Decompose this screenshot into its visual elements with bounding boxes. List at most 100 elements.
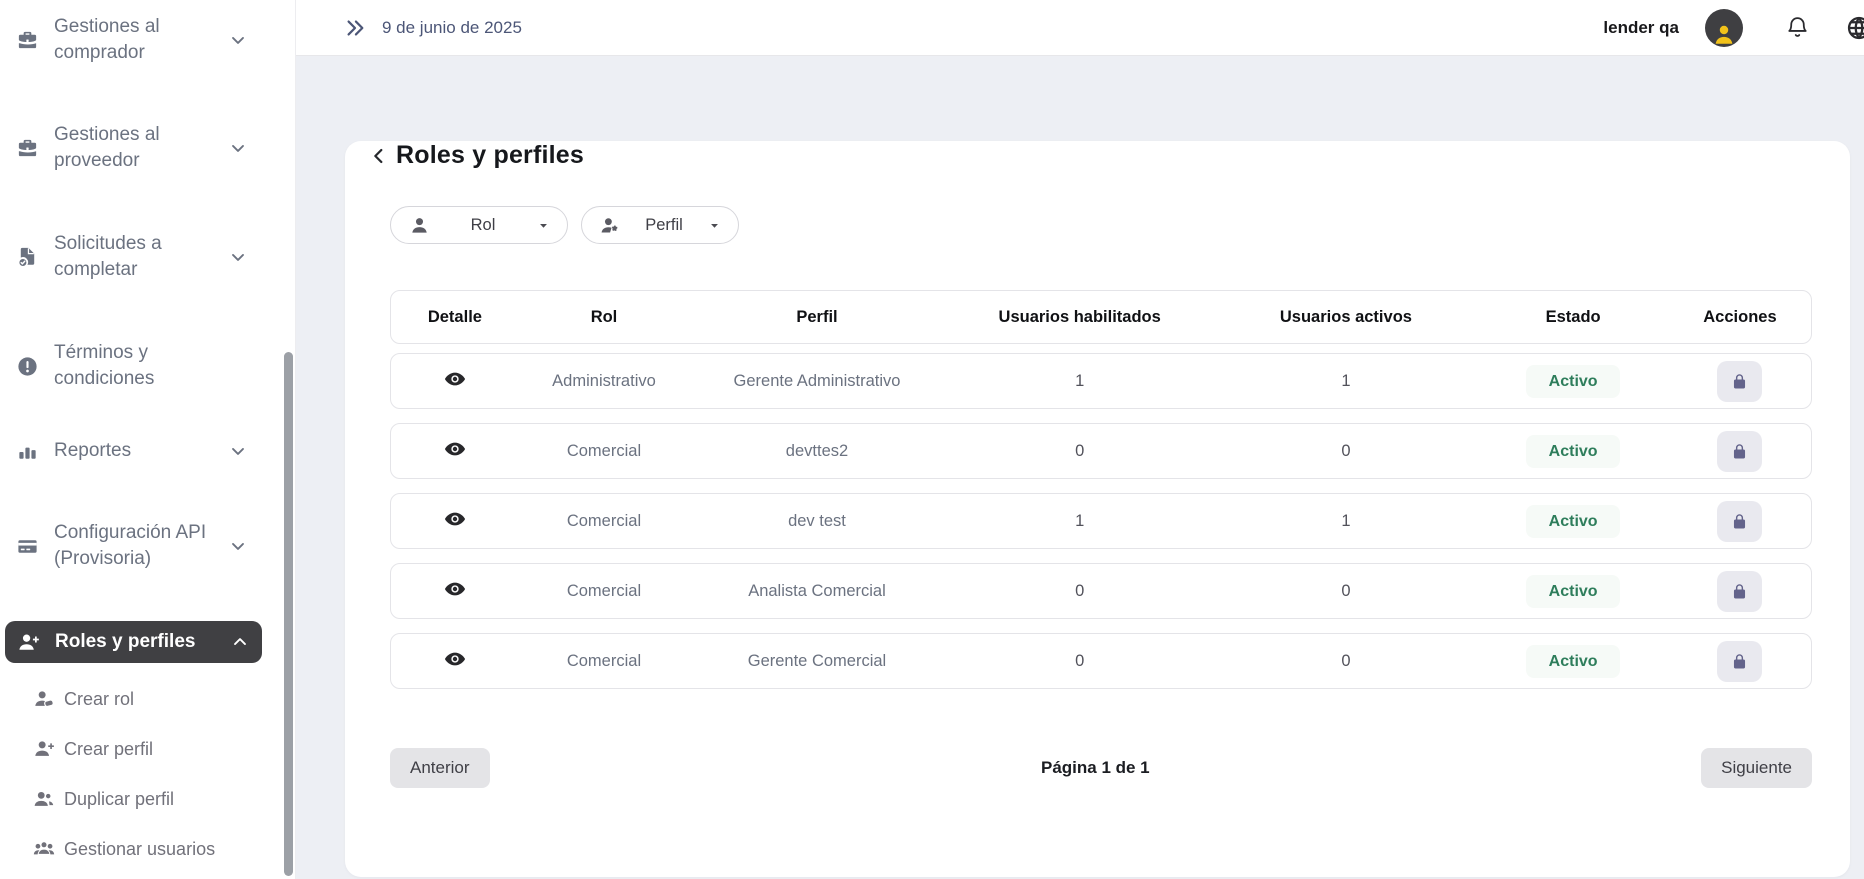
cell-perfil: Analista Comercial [689, 582, 945, 601]
chevron-down-icon [228, 30, 248, 50]
chevron-down-icon [228, 247, 248, 267]
table-row: Comercial Analista Comercial 0 0 Activo [390, 563, 1812, 619]
column-header-acciones: Acciones [1669, 308, 1811, 327]
column-header-usuarios-habilitados: Usuarios habilitados [945, 308, 1215, 327]
chevron-spacer [228, 356, 248, 376]
caret-down-icon [536, 218, 551, 233]
cell-rol: Comercial [519, 512, 689, 531]
sidebar-item-label: Gestiones al comprador [54, 14, 213, 66]
rol-filter-label: Rol [430, 216, 536, 235]
topbar-right: lender qa [1603, 9, 1864, 47]
sidebar-subitem-crear-perfil[interactable]: Crear perfil [0, 735, 295, 763]
sidebar-item-solicitudes[interactable]: Solicitudes a completar [6, 231, 258, 283]
credit-card-icon [16, 535, 39, 558]
lock-action-button[interactable] [1717, 641, 1762, 682]
table-row: Comercial devttes2 0 0 Activo [390, 423, 1812, 479]
cell-usuarios-activos: 1 [1215, 512, 1478, 531]
lock-action-button[interactable] [1717, 361, 1762, 402]
sidebar-item-gestiones-proveedor[interactable]: Gestiones al proveedor [6, 122, 258, 174]
status-badge: Activo [1526, 505, 1620, 538]
cell-rol: Comercial [519, 652, 689, 671]
cell-rol: Comercial [519, 582, 689, 601]
lock-icon [1730, 582, 1749, 601]
column-header-usuarios-activos: Usuarios activos [1215, 308, 1478, 327]
user-tag-icon [33, 688, 55, 710]
sidebar-subitem-duplicar-perfil[interactable]: Duplicar perfil [0, 785, 295, 813]
sidebar-item-label: Gestiones al proveedor [54, 122, 213, 174]
lock-icon [1730, 372, 1749, 391]
sidebar-subitem-crear-rol[interactable]: Crear rol [0, 685, 295, 713]
next-page-button[interactable]: Siguiente [1701, 748, 1812, 788]
view-detail-eye-icon[interactable] [444, 508, 466, 530]
table-row: Comercial Gerente Comercial 0 0 Activo [390, 633, 1812, 689]
lock-action-button[interactable] [1717, 431, 1762, 472]
status-badge: Activo [1526, 435, 1620, 468]
lock-action-button[interactable] [1717, 571, 1762, 612]
view-detail-eye-icon[interactable] [444, 438, 466, 460]
bell-icon[interactable] [1785, 15, 1810, 40]
status-badge: Activo [1526, 645, 1620, 678]
users-group-icon [33, 838, 55, 860]
back-chevron-icon[interactable] [368, 145, 390, 167]
table-row: Comercial dev test 1 1 Activo [390, 493, 1812, 549]
rol-filter-dropdown[interactable]: Rol [390, 206, 568, 244]
view-detail-eye-icon[interactable] [444, 648, 466, 670]
sidebar-subitem-label: Crear perfil [64, 739, 153, 760]
cell-usuarios-habilitados: 1 [945, 512, 1215, 531]
cell-rol: Administrativo [519, 372, 689, 391]
cell-usuarios-habilitados: 1 [945, 372, 1215, 391]
sidebar-subitem-gestionar-usuarios[interactable]: Gestionar usuarios [0, 835, 295, 863]
previous-page-button[interactable]: Anterior [390, 748, 490, 788]
cell-usuarios-habilitados: 0 [945, 582, 1215, 601]
cell-usuarios-habilitados: 0 [945, 652, 1215, 671]
page-title: Roles y perfiles [396, 141, 584, 170]
sidebar-item-label: Solicitudes a completar [54, 231, 213, 283]
cell-usuarios-activos: 0 [1215, 652, 1478, 671]
cell-perfil: Gerente Administrativo [689, 372, 945, 391]
user-plus-icon [33, 738, 55, 760]
status-badge: Activo [1526, 365, 1620, 398]
table-header-row: Detalle Rol Perfil Usuarios habilitados … [390, 290, 1812, 344]
column-header-detalle: Detalle [391, 308, 519, 327]
sidebar-subitem-label: Duplicar perfil [64, 789, 174, 810]
app-window: Gestiones al comprador Gestiones al prov… [0, 0, 1864, 879]
cell-usuarios-activos: 0 [1215, 582, 1478, 601]
sidebar-item-reportes[interactable]: Reportes [6, 438, 258, 464]
document-check-icon [16, 246, 39, 269]
globe-icon[interactable] [1846, 15, 1864, 41]
sidebar-scrollbar[interactable] [284, 352, 293, 876]
sidebar-nav: Gestiones al comprador Gestiones al prov… [0, 0, 295, 863]
caret-down-icon [707, 218, 722, 233]
sidebar-subitem-label: Gestionar usuarios [64, 839, 215, 860]
view-detail-eye-icon[interactable] [444, 368, 466, 390]
user-plus-icon [17, 631, 40, 654]
column-header-perfil: Perfil [689, 308, 945, 327]
chevron-up-icon [230, 632, 250, 652]
title-row: Roles y perfiles [368, 141, 1812, 170]
avatar[interactable] [1705, 9, 1743, 47]
pagination: Anterior Página 1 de 1 Siguiente [390, 748, 1812, 788]
status-badge: Activo [1526, 575, 1620, 608]
cell-usuarios-habilitados: 0 [945, 442, 1215, 461]
username-label: lender qa [1603, 18, 1679, 38]
sidebar-item-configuracion-api[interactable]: Configuración API (Provisoria) [6, 520, 258, 572]
sidebar-item-label: Reportes [54, 438, 213, 464]
sidebar-item-terminos[interactable]: Términos y condiciones [6, 340, 258, 392]
briefcase-icon [16, 29, 39, 52]
alert-circle-icon [16, 355, 39, 378]
bar-chart-icon [16, 440, 39, 463]
view-detail-eye-icon[interactable] [444, 578, 466, 600]
sidebar: Gestiones al comprador Gestiones al prov… [0, 0, 296, 879]
sidebar-item-gestiones-comprador[interactable]: Gestiones al comprador [6, 14, 258, 66]
cell-usuarios-activos: 0 [1215, 442, 1478, 461]
roles-table: Detalle Rol Perfil Usuarios habilitados … [390, 290, 1812, 689]
briefcase-icon [16, 137, 39, 160]
expand-double-chevron-icon[interactable] [344, 17, 366, 39]
sidebar-item-roles-perfiles[interactable]: Roles y perfiles [5, 621, 262, 663]
chevron-down-icon [228, 536, 248, 556]
filters-row: Rol Perfil [390, 206, 1812, 244]
table-row: Administrativo Gerente Administrativo 1 … [390, 353, 1812, 409]
lock-action-button[interactable] [1717, 501, 1762, 542]
perfil-filter-dropdown[interactable]: Perfil [581, 206, 739, 244]
cell-usuarios-activos: 1 [1215, 372, 1478, 391]
